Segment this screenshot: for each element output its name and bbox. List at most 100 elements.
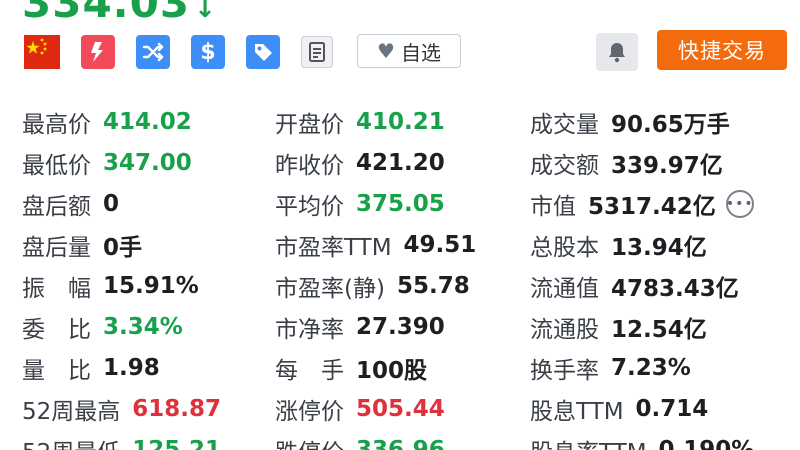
stat-value: 55.78 [396,273,470,299]
dollar-icon[interactable]: $ [191,35,225,69]
stat-value: 336.96 [356,437,445,450]
stats-row: 盘后额 0 平均价 375.05 市值 5317.42亿 ••• [0,184,800,224]
stat-label: 振 幅 [22,276,91,302]
stat-label: 总股本 [530,235,599,261]
stat-label: 委 比 [22,317,91,343]
stat-item: 委 比 3.34% [22,307,183,347]
stat-label: 市盈率(静) [275,276,385,302]
stat-item: 昨收价 421.20 [275,143,445,183]
stats-row: 委 比 3.34% 市净率 27.390 流通股 12.54亿 [0,307,800,347]
stat-label: 52周最低 [22,433,120,450]
stat-label: 每 手 [275,358,344,384]
stat-value: 0.714 [635,396,709,422]
stat-item: 股息TTM 0.714 [530,389,708,429]
stats-row: 52周最低 125.21 跌停价 336.96 股息率TTM 0.190% [0,430,800,450]
add-watchlist-button[interactable]: ♥ 自选 [357,34,461,68]
stat-value: 0手 [103,235,143,261]
stat-label: 昨收价 [275,153,344,179]
stat-item: 成交量 90.65万手 [530,102,730,142]
stat-value: 347.00 [103,150,192,176]
stats-row: 52周最高 618.87 涨停价 505.44 股息TTM 0.714 [0,389,800,429]
stat-value: 505.44 [356,396,445,422]
stat-value: 1.98 [103,355,160,381]
stat-label: 流通股 [530,317,599,343]
stat-value: 12.54亿 [611,317,707,343]
stats-row: 最低价 347.00 昨收价 421.20 成交额 339.97亿 [0,143,800,183]
stat-label: 市值 [530,194,576,220]
stat-label: 开盘价 [275,112,344,138]
stat-label: 市净率 [275,317,344,343]
stat-value: 0 [103,191,120,217]
stat-item: 最高价 414.02 [22,102,192,142]
stat-item: 股息率TTM 0.190% [530,430,754,450]
stat-label: 市盈率TTM [275,235,392,261]
stat-label: 平均价 [275,194,344,220]
stat-value: 618.87 [132,396,222,422]
stat-item: 振 幅 15.91% [22,266,199,306]
stat-value: 375.05 [356,191,445,217]
stat-item: 市值 5317.42亿 ••• [530,184,754,224]
stat-label: 流通值 [530,276,599,302]
current-price: 334.03 ↓ [22,0,217,27]
stat-label: 涨停价 [275,399,344,425]
stat-item: 流通值 4783.43亿 [530,266,739,306]
stat-value: 27.390 [356,314,445,340]
stat-item: 总股本 13.94亿 [530,225,707,265]
watchlist-label: 自选 [400,40,441,65]
stat-label: 成交量 [530,112,599,138]
stat-value: 0.190% [658,437,755,450]
stat-item: 盘后额 0 [22,184,119,224]
stat-value: 100股 [356,358,428,384]
market-icon-bar: $ [24,34,354,70]
china-flag-icon[interactable] [24,35,60,69]
more-options-icon[interactable]: ••• [725,190,754,218]
stat-item: 52周最低 125.21 [22,430,221,450]
stat-value: 15.91% [103,273,199,299]
tag-icon[interactable] [246,35,280,69]
shuffle-icon[interactable] [136,35,170,69]
stat-value: 410.21 [356,109,445,135]
stat-label: 盘后量 [22,235,91,261]
stat-label: 最高价 [22,112,91,138]
bell-icon[interactable] [596,33,638,71]
stats-row: 振 幅 15.91% 市盈率(静) 55.78 流通值 4783.43亿 [0,266,800,306]
stat-item: 盘后量 0手 [22,225,142,265]
stat-label: 换手率 [530,358,599,384]
stat-item: 量 比 1.98 [22,348,160,388]
stat-item: 换手率 7.23% [530,348,691,388]
stat-value: 90.65万手 [611,112,730,138]
stat-label: 股息率TTM [530,433,647,450]
stat-item: 开盘价 410.21 [275,102,445,142]
stat-label: 成交额 [530,153,599,179]
stat-value: 7.23% [611,355,691,381]
stat-value: 3.34% [103,314,183,340]
stat-label: 量 比 [22,358,91,384]
stat-value: 339.97亿 [611,153,723,179]
stat-item: 市净率 27.390 [275,307,445,347]
price-value: 334.03 [22,0,191,27]
stat-item: 成交额 339.97亿 [530,143,723,183]
stat-label: 52周最高 [22,399,121,425]
stat-value: 4783.43亿 [611,276,739,302]
document-icon[interactable] [301,36,333,68]
stat-value: 421.20 [356,150,445,176]
stat-value: 125.21 [132,437,222,450]
quick-trade-button[interactable]: 快捷交易 [657,30,787,70]
stat-item: 涨停价 505.44 [275,389,445,429]
hk-connect-icon[interactable] [81,35,115,69]
stats-row: 量 比 1.98 每 手 100股 换手率 7.23% [0,348,800,388]
stat-label: 最低价 [22,153,91,179]
stat-label: 股息TTM [530,399,624,425]
stat-label: 跌停价 [275,433,344,450]
stat-item: 市盈率TTM 49.51 [275,225,476,265]
stat-value: 5317.42亿 [588,194,716,220]
stat-label: 盘后额 [22,194,91,220]
stats-row: 最高价 414.02 开盘价 410.21 成交量 90.65万手 [0,102,800,142]
stat-item: 每 手 100股 [275,348,427,388]
stat-value: 13.94亿 [611,235,707,261]
stat-item: 52周最高 618.87 [22,389,221,429]
stat-item: 跌停价 336.96 [275,430,445,450]
heart-icon: ♥ [377,39,395,63]
stat-item: 市盈率(静) 55.78 [275,266,470,306]
down-arrow-icon: ↓ [194,0,217,24]
